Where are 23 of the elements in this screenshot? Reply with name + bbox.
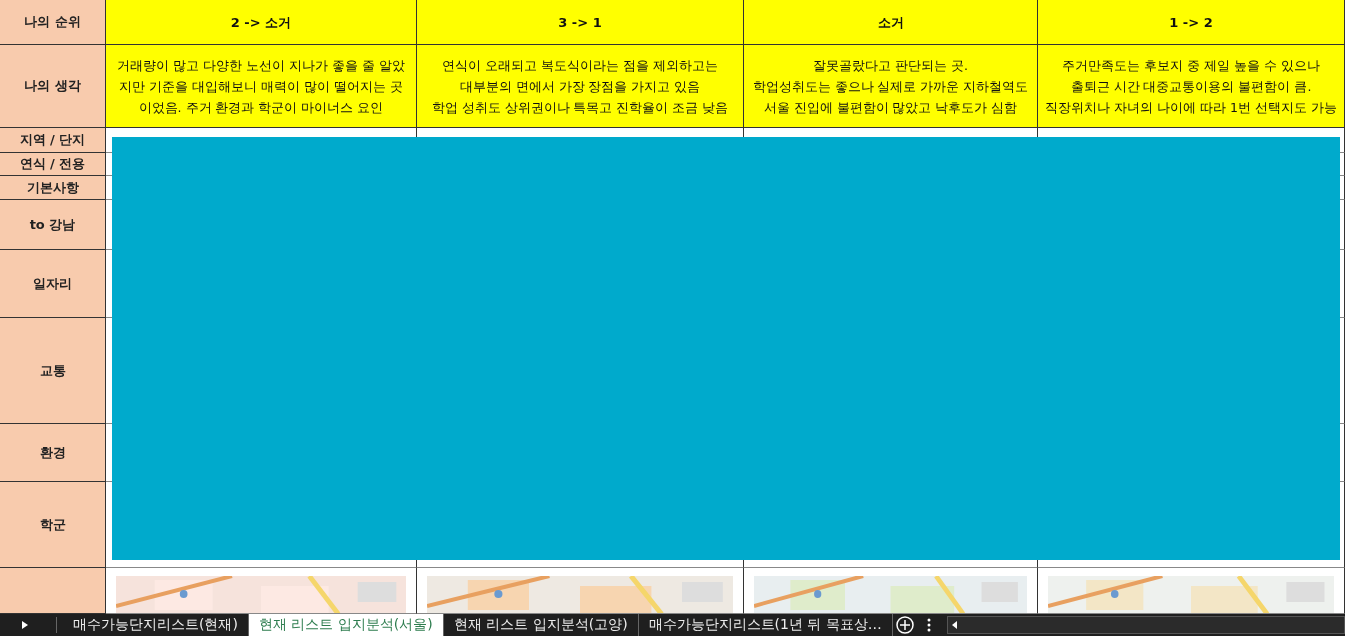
row-header: 연식 / 전용 (0, 153, 106, 176)
row-header: 지역 / 단지 (0, 128, 106, 153)
row-header: 학군 (0, 482, 106, 568)
sheet-tab[interactable]: 매수가능단지리스트(1년 뒤 목표상… (638, 614, 893, 636)
row-header: 기본사항 (0, 176, 106, 200)
sheet-tab[interactable]: 매수가능단지리스트(현재) (63, 614, 249, 636)
row-header: 일자리 (0, 250, 106, 318)
horizontal-scrollbar[interactable] (946, 616, 1345, 634)
row-header: to 강남 (0, 200, 106, 250)
row-header: 나의 생각 (0, 45, 106, 128)
rank-cell: 1 -> 2 (1038, 0, 1345, 45)
row-header: 나의 순위 (0, 0, 106, 45)
rank-cell: 소거 (744, 0, 1038, 45)
note-cell: 잘못골랐다고 판단되는 곳. 학업성취도는 좋으나 실제로 가까운 지하철역도 서울 진입에 불편함이 많았고 낙후도가 심함 (744, 45, 1038, 128)
rank-cell: 3 -> 1 (417, 0, 744, 45)
row-header: 환경 (0, 424, 106, 482)
note-cell: 연식이 오래되고 복도식이라는 점을 제외하고는 대부분의 면에서 가장 장점을 가지고 있음 학업 성취도 상위권이나 특목고 진학율이 조금 낮음 (417, 45, 744, 128)
sheet-tab[interactable]: 현재 리스트 입지분석(고양) (443, 614, 639, 636)
sheet-tab[interactable]: 현재 리스트 입지분석(서울) (248, 614, 444, 636)
row-header: 교통 (0, 318, 106, 424)
note-cell: 주거만족도는 후보지 중 제일 높을 수 있으나 출퇴근 시간 대중교통이용의 불편함이 큼. 직장위치나 자녀의 나이에 따라 1번 선택지도 가능 (1038, 45, 1345, 128)
note-cell: 거래량이 많고 다양한 노선이 지나가 좋을 줄 알았 지만 기준을 대입해보니 매력이 많이 떨어지는 곳 이었음. 주거 환경과 학군이 마이너스 요인 (106, 45, 417, 128)
rank-cell: 2 -> 소거 (106, 0, 417, 45)
